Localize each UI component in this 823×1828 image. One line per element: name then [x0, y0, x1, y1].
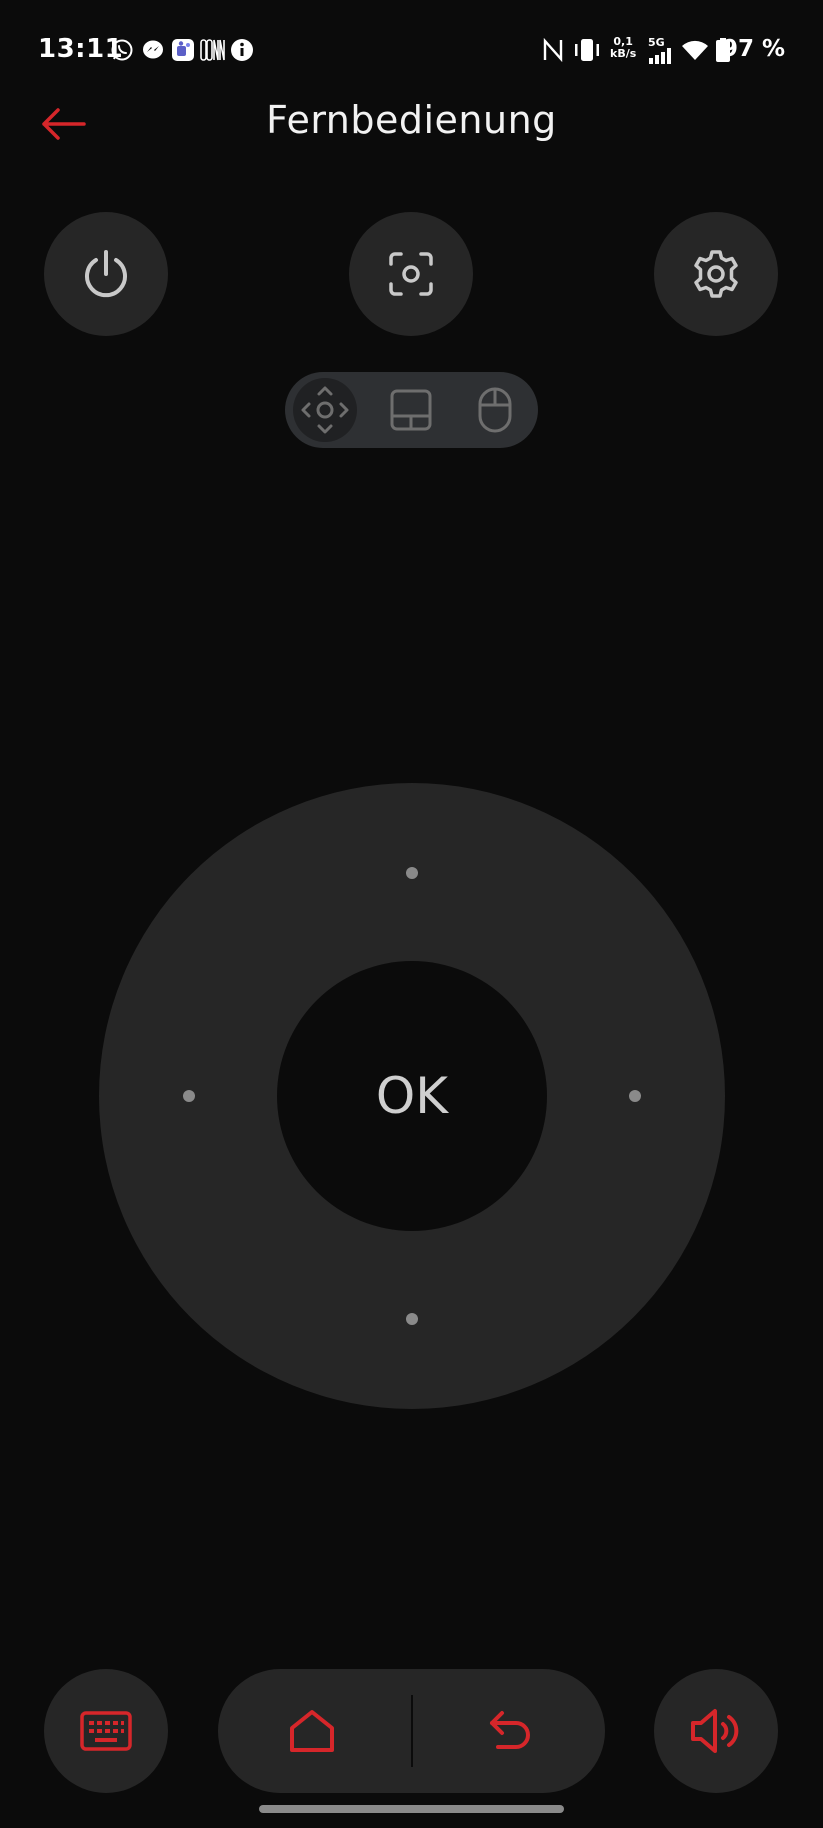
dpad-right-button[interactable] [575, 1036, 695, 1156]
dpad-left-dot [183, 1090, 195, 1102]
ok-button[interactable]: OK [277, 961, 547, 1231]
gesture-bar[interactable] [259, 1805, 564, 1813]
dpad-down-dot [406, 1313, 418, 1325]
mouse-mode-icon [478, 387, 512, 433]
return-icon [490, 1711, 530, 1749]
vibrate-icon [575, 39, 599, 61]
oonn-icon [200, 39, 225, 61]
dpad-left-button[interactable] [129, 1036, 249, 1156]
status-bar: 13:11 0,1 kB/s 5G 97 % [0, 0, 823, 100]
touchpad-mode-icon [390, 389, 432, 431]
screenshot-icon [389, 252, 433, 296]
return-button[interactable] [430, 1669, 590, 1793]
network-speed: 0,1 kB/s [610, 36, 636, 60]
info-icon [231, 39, 253, 61]
navigation-pill [218, 1669, 605, 1793]
gear-icon [694, 250, 738, 298]
nfc-icon [543, 38, 563, 62]
dpad: OK [99, 783, 725, 1409]
battery-percentage: 97 % [721, 36, 785, 62]
remote-control-screen: 13:11 0,1 kB/s 5G 97 % Fernbedienung OK [0, 0, 823, 1828]
home-button[interactable] [232, 1669, 392, 1793]
wifi-icon [682, 40, 708, 60]
mode-touchpad-option[interactable] [379, 378, 443, 442]
keyboard-icon [80, 1711, 132, 1751]
mode-dpad-option[interactable] [293, 378, 357, 442]
dpad-up-button[interactable] [352, 813, 472, 933]
settings-button[interactable] [654, 212, 778, 336]
dpad-up-dot [406, 867, 418, 879]
network-speed-unit: kB/s [610, 47, 637, 60]
mode-mouse-option[interactable] [463, 378, 527, 442]
messenger-icon [143, 40, 163, 59]
teams-icon [172, 39, 194, 61]
input-mode-toggle [285, 372, 538, 448]
screenshot-button[interactable] [349, 212, 473, 336]
whatsapp-icon [111, 39, 133, 61]
dpad-right-dot [629, 1090, 641, 1102]
page-title: Fernbedienung [266, 98, 557, 142]
power-icon [85, 250, 127, 298]
dpad-down-button[interactable] [352, 1259, 472, 1379]
dpad-mode-icon [301, 386, 349, 434]
home-icon [290, 1710, 334, 1752]
navigation-divider [411, 1695, 413, 1767]
volume-icon [691, 1709, 739, 1753]
keyboard-button[interactable] [44, 1669, 168, 1793]
volume-button[interactable] [654, 1669, 778, 1793]
signal-icon [649, 48, 671, 64]
power-button[interactable] [44, 212, 168, 336]
